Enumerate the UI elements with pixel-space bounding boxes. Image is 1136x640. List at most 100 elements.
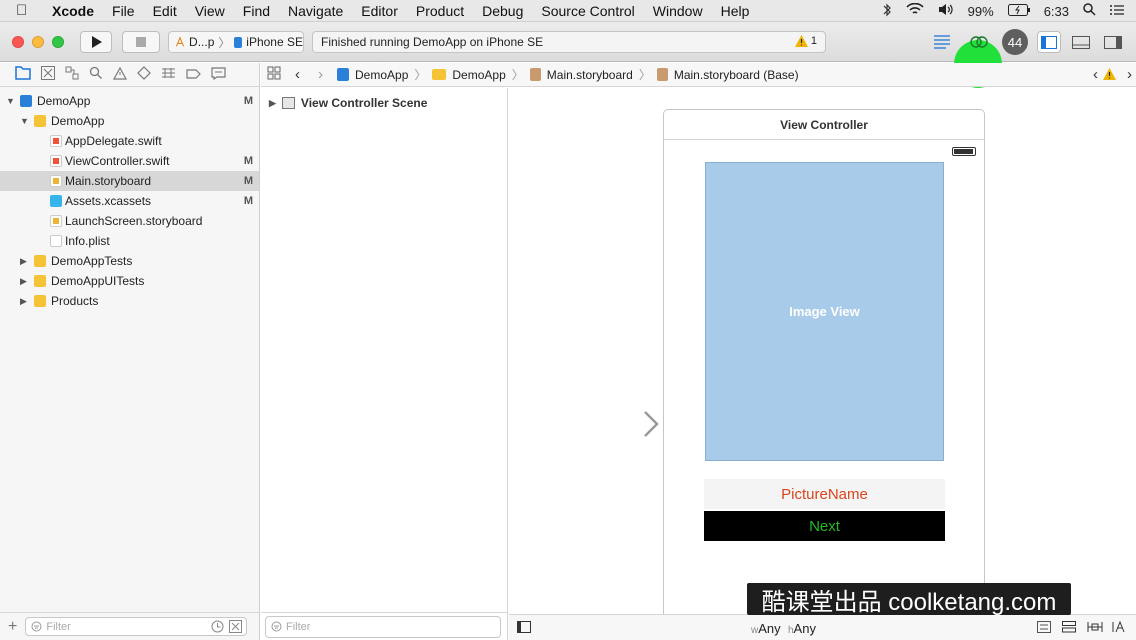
battery-icon[interactable]: [1007, 3, 1030, 19]
breadcrumb-project[interactable]: DemoApp: [355, 68, 408, 82]
standard-editor-icon[interactable]: [932, 34, 952, 55]
close-window-button[interactable]: [12, 36, 24, 48]
swift-file-icon: [50, 135, 62, 147]
breakpoint-navigator-icon[interactable]: [186, 67, 201, 82]
next-button[interactable]: Next: [704, 511, 945, 541]
disclosure-closed-icon[interactable]: ▶: [20, 276, 27, 287]
scene-title[interactable]: View Controller: [664, 110, 984, 140]
navigator-filter-input[interactable]: Filter: [25, 617, 248, 636]
minimize-window-button[interactable]: [32, 36, 44, 48]
notification-center-icon[interactable]: [1110, 4, 1124, 19]
view-controller-scene[interactable]: View Controller Image View PictureName N…: [663, 109, 985, 619]
disclosure-closed-icon[interactable]: ▶: [20, 256, 27, 267]
breadcrumb-localization[interactable]: Main.storyboard (Base): [674, 68, 799, 82]
menu-product[interactable]: Product: [416, 3, 464, 19]
tree-row-file[interactable]: Assets.xcassets M: [0, 191, 259, 211]
warning-indicator[interactable]: 1: [794, 35, 817, 47]
menu-app-name[interactable]: Xcode: [52, 3, 94, 19]
activity-status-text: Finished running DemoApp on iPhone SE: [321, 35, 544, 49]
pin-constraints-icon[interactable]: [1087, 621, 1103, 636]
tree-row-file[interactable]: Info.plist: [0, 231, 259, 251]
utilities-toggle-button[interactable]: [1100, 31, 1126, 53]
vcs-status: M: [243, 95, 253, 107]
disclosure-open-icon[interactable]: ▼: [6, 96, 15, 106]
find-navigator-icon[interactable]: [89, 66, 103, 83]
image-view[interactable]: Image View: [705, 162, 944, 461]
run-button[interactable]: [80, 31, 112, 53]
issue-navigator-icon[interactable]: [112, 66, 128, 83]
menu-edit[interactable]: Edit: [153, 3, 177, 19]
breadcrumb-group[interactable]: DemoApp: [452, 68, 505, 82]
tree-row-file[interactable]: ViewController.swift M: [0, 151, 259, 171]
source-control-navigator-icon[interactable]: [41, 66, 55, 83]
tree-row-file[interactable]: AppDelegate.swift: [0, 131, 259, 151]
chevron-right-icon: 〉: [414, 68, 427, 82]
menu-help[interactable]: Help: [721, 3, 750, 19]
assistant-editor-icon[interactable]: [969, 34, 989, 55]
navigator-toggle-button[interactable]: [1037, 31, 1061, 53]
recent-files-icon[interactable]: [211, 620, 224, 636]
menubar-clock[interactable]: 6:33: [1044, 4, 1069, 19]
breadcrumb-file[interactable]: Main.storyboard: [547, 68, 633, 82]
disclosure-closed-icon[interactable]: ▶: [269, 98, 276, 109]
modified-files-icon[interactable]: [229, 620, 243, 636]
tree-row-file[interactable]: LaunchScreen.storyboard: [0, 211, 259, 231]
battery-percent[interactable]: 99%: [968, 4, 994, 19]
bluetooth-icon[interactable]: [882, 3, 892, 20]
zoom-window-button[interactable]: [52, 36, 64, 48]
related-items-icon[interactable]: [267, 66, 281, 83]
tree-row-file-selected[interactable]: Main.storyboard M: [0, 171, 259, 191]
chevron-right-icon: 〉: [638, 68, 651, 82]
show-outline-icon[interactable]: [517, 621, 531, 636]
menu-editor[interactable]: Editor: [361, 3, 398, 19]
apple-menu-icon[interactable]: : [16, 2, 38, 19]
scheme-selector[interactable]: D...p 〉 iPhone SE: [168, 31, 304, 53]
debug-area-toggle-button[interactable]: [1068, 31, 1094, 53]
disclosure-open-icon[interactable]: ▼: [20, 116, 29, 126]
update-frames-icon[interactable]: [1037, 621, 1051, 636]
disclosure-closed-icon[interactable]: ▶: [20, 296, 27, 307]
issue-count-badge[interactable]: 44: [1002, 29, 1028, 55]
tree-row-group[interactable]: ▶ DemoAppTests: [0, 251, 259, 271]
filter-icon: [271, 621, 282, 635]
menu-window[interactable]: Window: [653, 3, 703, 19]
wifi-icon[interactable]: [906, 2, 924, 19]
project-navigator-icon[interactable]: [15, 66, 31, 83]
menu-view[interactable]: View: [195, 3, 225, 19]
resolve-issues-icon[interactable]: [1112, 620, 1128, 636]
scene-label: View Controller Scene: [300, 96, 428, 110]
storyboard-canvas[interactable]: View Controller Image View PictureName N…: [509, 88, 1136, 640]
filter-placeholder: Filter: [286, 620, 311, 633]
tree-row-group[interactable]: ▼ DemoApp: [0, 111, 259, 131]
project-icon: [20, 95, 32, 107]
menu-debug[interactable]: Debug: [482, 3, 523, 19]
report-navigator-icon[interactable]: [211, 66, 226, 83]
outline-scene-row[interactable]: ▶ View Controller Scene: [269, 96, 427, 110]
test-navigator-icon[interactable]: [137, 66, 151, 83]
tree-row-group[interactable]: ▶ Products: [0, 291, 259, 311]
outline-filter-input[interactable]: Filter: [265, 615, 501, 638]
volume-icon[interactable]: [938, 3, 954, 19]
initial-view-controller-arrow[interactable]: [569, 411, 661, 437]
spotlight-search-icon[interactable]: [1083, 3, 1096, 19]
symbol-navigator-icon[interactable]: [65, 66, 79, 83]
size-class-indicator[interactable]: wAny hAny: [751, 621, 816, 636]
previous-issue-button[interactable]: ‹: [1093, 66, 1098, 83]
picture-name-label[interactable]: PictureName: [704, 479, 945, 509]
stop-button[interactable]: [122, 31, 160, 53]
forward-button[interactable]: ›: [318, 66, 323, 83]
menu-find[interactable]: Find: [243, 3, 270, 19]
menu-bar:  Xcode File Edit View Find Navigate Edi…: [0, 0, 1136, 22]
navigator-selector-bar: [0, 63, 259, 87]
warning-icon[interactable]: [1103, 68, 1116, 83]
stack-icon[interactable]: [1062, 621, 1076, 636]
menu-file[interactable]: File: [112, 3, 135, 19]
add-file-button[interactable]: +: [8, 618, 17, 636]
debug-navigator-icon[interactable]: [161, 67, 176, 82]
tree-row-project[interactable]: ▼ DemoApp M: [0, 91, 259, 111]
back-button[interactable]: ‹: [295, 66, 300, 83]
tree-row-group[interactable]: ▶ DemoAppUITests: [0, 271, 259, 291]
next-issue-button[interactable]: ›: [1127, 66, 1132, 83]
menu-navigate[interactable]: Navigate: [288, 3, 343, 19]
menu-source-control[interactable]: Source Control: [541, 3, 634, 19]
